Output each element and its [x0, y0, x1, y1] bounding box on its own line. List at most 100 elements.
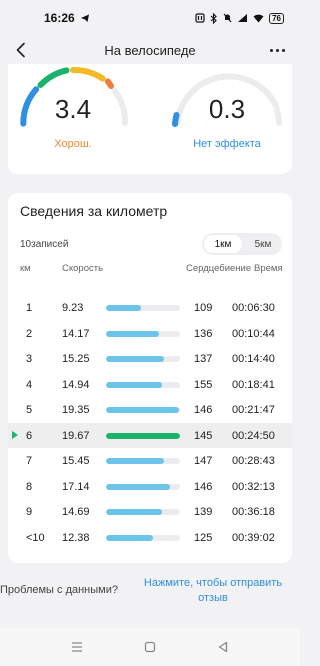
toggle-1km[interactable]: 1км — [204, 235, 242, 253]
table-row[interactable]: 8 17.14 146 00:32:13 — [8, 474, 292, 500]
nfc-icon — [195, 13, 205, 23]
speed-bar-fill — [106, 407, 179, 413]
speed-bar-track — [106, 305, 180, 311]
feedback-footer: Проблемы с данными? Нажмите, чтобы отпра… — [0, 576, 300, 610]
row-heart-rate: 146 — [194, 480, 213, 493]
records-count: 10записей — [20, 239, 69, 250]
row-heart-rate: 155 — [194, 378, 213, 391]
status-time-group: 16:26 — [44, 11, 90, 25]
table-row[interactable]: 4 14.94 155 00:18:41 — [8, 372, 292, 398]
row-heart-rate: 125 — [194, 531, 213, 544]
home-nav-icon — [144, 641, 156, 653]
page-title: На велосипеде — [104, 42, 196, 58]
speed-bar-fill — [106, 432, 180, 439]
mute-icon — [223, 13, 232, 23]
status-bar: 16:26 76 — [0, 0, 300, 36]
wifi-icon — [253, 14, 264, 22]
back-arrow-icon — [16, 42, 25, 58]
table-row[interactable]: 5 19.35 146 00:21:47 — [8, 397, 292, 423]
telegram-icon — [80, 14, 89, 22]
speed-bar-track — [106, 483, 180, 490]
row-speed: 19.35 — [62, 404, 90, 416]
row-speed: 12.38 — [62, 531, 90, 544]
row-km: <10 — [26, 531, 45, 544]
row-time: 00:32:13 — [232, 480, 275, 493]
row-heart-rate: 139 — [194, 506, 213, 518]
speed-bar-track — [106, 509, 180, 515]
send-feedback-link[interactable]: Нажмите, чтобы отправить отзыв — [138, 576, 288, 606]
row-time: 00:06:30 — [232, 302, 275, 314]
speed-bar-fill — [106, 458, 164, 464]
status-time: 16:26 — [44, 11, 75, 25]
section-title: Сведения за километр — [20, 203, 168, 219]
row-km: 6 — [26, 429, 33, 442]
row-heart-rate: 147 — [194, 455, 213, 467]
speed-bar-fill — [106, 356, 164, 362]
table-header: км Скорость Сердцебиение Время — [8, 263, 292, 291]
column-time: Время — [254, 263, 283, 274]
speed-bar-track — [106, 458, 180, 464]
signal-icon — [238, 14, 248, 22]
row-km: 1 — [26, 302, 33, 314]
table-row[interactable]: 9 14.69 139 00:36:18 — [8, 499, 292, 525]
speed-bar-fill — [106, 381, 163, 388]
table-row[interactable]: 3 15.25 137 00:14:40 — [8, 346, 292, 372]
row-heart-rate: 137 — [194, 353, 213, 365]
table-row[interactable]: 6 19.67 145 00:24:50 — [8, 422, 292, 448]
column-heart-rate: Сердцебиение — [186, 263, 252, 274]
row-time: 00:39:02 — [232, 531, 275, 544]
status-icons: 76 — [195, 12, 284, 24]
more-button[interactable] — [266, 38, 288, 62]
back-nav-button[interactable] — [208, 635, 238, 659]
row-time: 00:21:47 — [232, 404, 275, 416]
gauge-value-aerobic: 3.4 — [54, 94, 92, 124]
row-heart-rate: 145 — [194, 429, 213, 442]
data-problem-question: Проблемы с данными? — [0, 584, 118, 596]
row-speed: 19.67 — [62, 429, 90, 442]
row-km: 9 — [26, 506, 33, 518]
gauge-anaerobic: 0.3 Нет эффекта — [162, 64, 292, 174]
back-button[interactable] — [10, 38, 32, 62]
row-heart-rate: 109 — [194, 302, 213, 314]
km-table-body: 1 9.23 109 00:06:30 2 14.17 136 00:10:44 3 15.25 1… — [8, 295, 292, 550]
table-row[interactable]: 7 15.45 147 00:28:43 — [8, 448, 292, 474]
distance-toggle: 1км 5км — [202, 233, 282, 255]
row-km: 8 — [26, 480, 33, 493]
row-speed: 17.14 — [62, 480, 90, 493]
speed-bar-track — [106, 432, 180, 439]
row-km: 2 — [26, 327, 33, 340]
gauges-card: 3.4 Хорош. 0.3 Нет эффекта — [8, 64, 292, 174]
speed-bar-fill — [106, 483, 171, 490]
km-details-card: Сведения за километр 10записей 1км 5км к… — [8, 193, 292, 563]
bluetooth-icon — [210, 12, 217, 24]
speed-bar-track — [106, 356, 180, 362]
menu-nav-button[interactable] — [62, 635, 92, 659]
table-row[interactable]: <10 12.38 125 00:39:02 — [8, 525, 292, 551]
speed-bar-fill — [106, 330, 160, 337]
row-speed: 15.45 — [62, 455, 90, 467]
row-km: 4 — [26, 378, 33, 391]
row-time: 00:36:18 — [232, 506, 275, 518]
row-km: 7 — [26, 455, 33, 467]
speed-bar-fill — [106, 534, 153, 541]
table-row[interactable]: 1 9.23 109 00:06:30 — [8, 295, 292, 321]
row-speed: 9.23 — [62, 302, 84, 314]
speed-bar-track — [106, 534, 180, 541]
speed-bar-fill — [106, 305, 141, 311]
system-nav-bar — [0, 628, 300, 666]
row-heart-rate: 146 — [194, 404, 213, 416]
row-time: 00:24:50 — [232, 429, 275, 442]
more-dots-icon — [269, 48, 285, 52]
column-speed: Скорость — [62, 263, 104, 274]
app-header: На велосипеде — [0, 36, 300, 64]
row-time: 00:10:44 — [232, 327, 275, 340]
home-nav-button[interactable] — [135, 635, 165, 659]
menu-nav-icon — [71, 642, 82, 652]
table-row[interactable]: 2 14.17 136 00:10:44 — [8, 321, 292, 347]
speed-bar-track — [106, 407, 180, 413]
gauge-aerobic: 3.4 Хорош. — [8, 64, 138, 174]
row-speed: 14.17 — [62, 327, 90, 340]
toggle-5km[interactable]: 5км — [244, 233, 282, 255]
row-time: 00:28:43 — [232, 455, 275, 467]
speed-bar-track — [106, 330, 180, 337]
